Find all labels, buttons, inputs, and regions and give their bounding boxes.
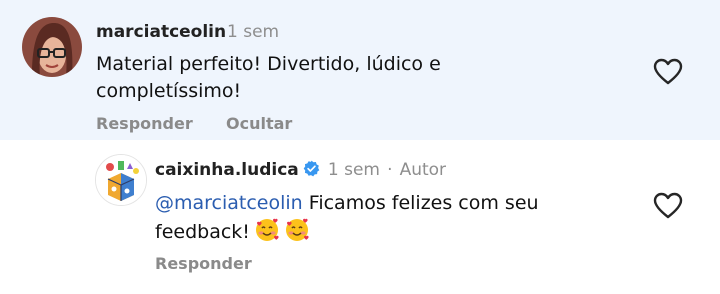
reply-timestamp: 1 sem [327, 160, 380, 180]
separator-dot: · [387, 160, 393, 180]
verified-badge-icon [303, 160, 320, 177]
comment-text-line: completíssimo! [96, 80, 242, 102]
heart-icon[interactable] [653, 58, 683, 86]
smiling-face-with-hearts-emoji-icon [284, 217, 310, 243]
highlighted-comment: marciatceolin 1 sem Material perfeito! D… [0, 0, 720, 140]
avatar[interactable] [95, 154, 147, 206]
smiling-face-with-hearts-emoji-icon [254, 217, 280, 243]
author-label: Autor [399, 160, 447, 180]
reply-username[interactable]: caixinha.ludica [155, 160, 299, 180]
avatar[interactable] [22, 17, 82, 77]
comment-username[interactable]: marciatceolin [96, 22, 226, 42]
comment-timestamp: 1 sem [227, 22, 280, 42]
reply-header: caixinha.ludica 1 sem · Autor [155, 160, 446, 180]
hide-button[interactable]: Ocultar [226, 114, 292, 133]
comment-text: Material perfeito! Divertido, lúdico e c… [96, 51, 441, 105]
heart-icon[interactable] [653, 192, 683, 220]
reply-text-segment: Ficamos felizes com seu [302, 192, 539, 214]
reply-button[interactable]: Responder [96, 114, 193, 133]
mention-link[interactable]: @marciatceolin [155, 192, 303, 214]
reply-text: @marciatceolin Ficamos felizes com seu f… [155, 190, 539, 246]
reply-button[interactable]: Responder [155, 254, 252, 273]
reply-text-segment: feedback! [155, 221, 250, 243]
comment-text-line: Material perfeito! Divertido, lúdico e [96, 53, 441, 75]
